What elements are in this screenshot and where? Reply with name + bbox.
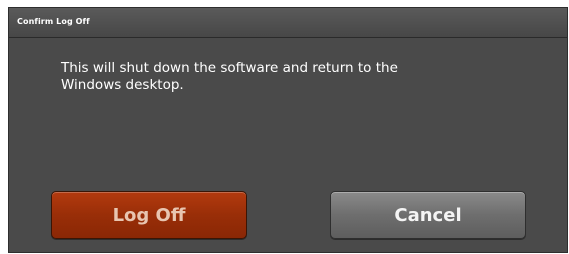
dialog-title: Confirm Log Off — [17, 17, 90, 26]
dialog-message: This will shut down the software and ret… — [61, 60, 398, 93]
cancel-button-label: Cancel — [394, 204, 462, 226]
cancel-button[interactable]: Cancel — [330, 191, 526, 239]
log-off-button-label: Log Off — [112, 204, 186, 226]
log-off-button[interactable]: Log Off — [51, 191, 247, 239]
confirm-log-off-dialog: Confirm Log Off This will shut down the … — [8, 7, 568, 253]
dialog-title-bar: Confirm Log Off — [9, 8, 567, 38]
